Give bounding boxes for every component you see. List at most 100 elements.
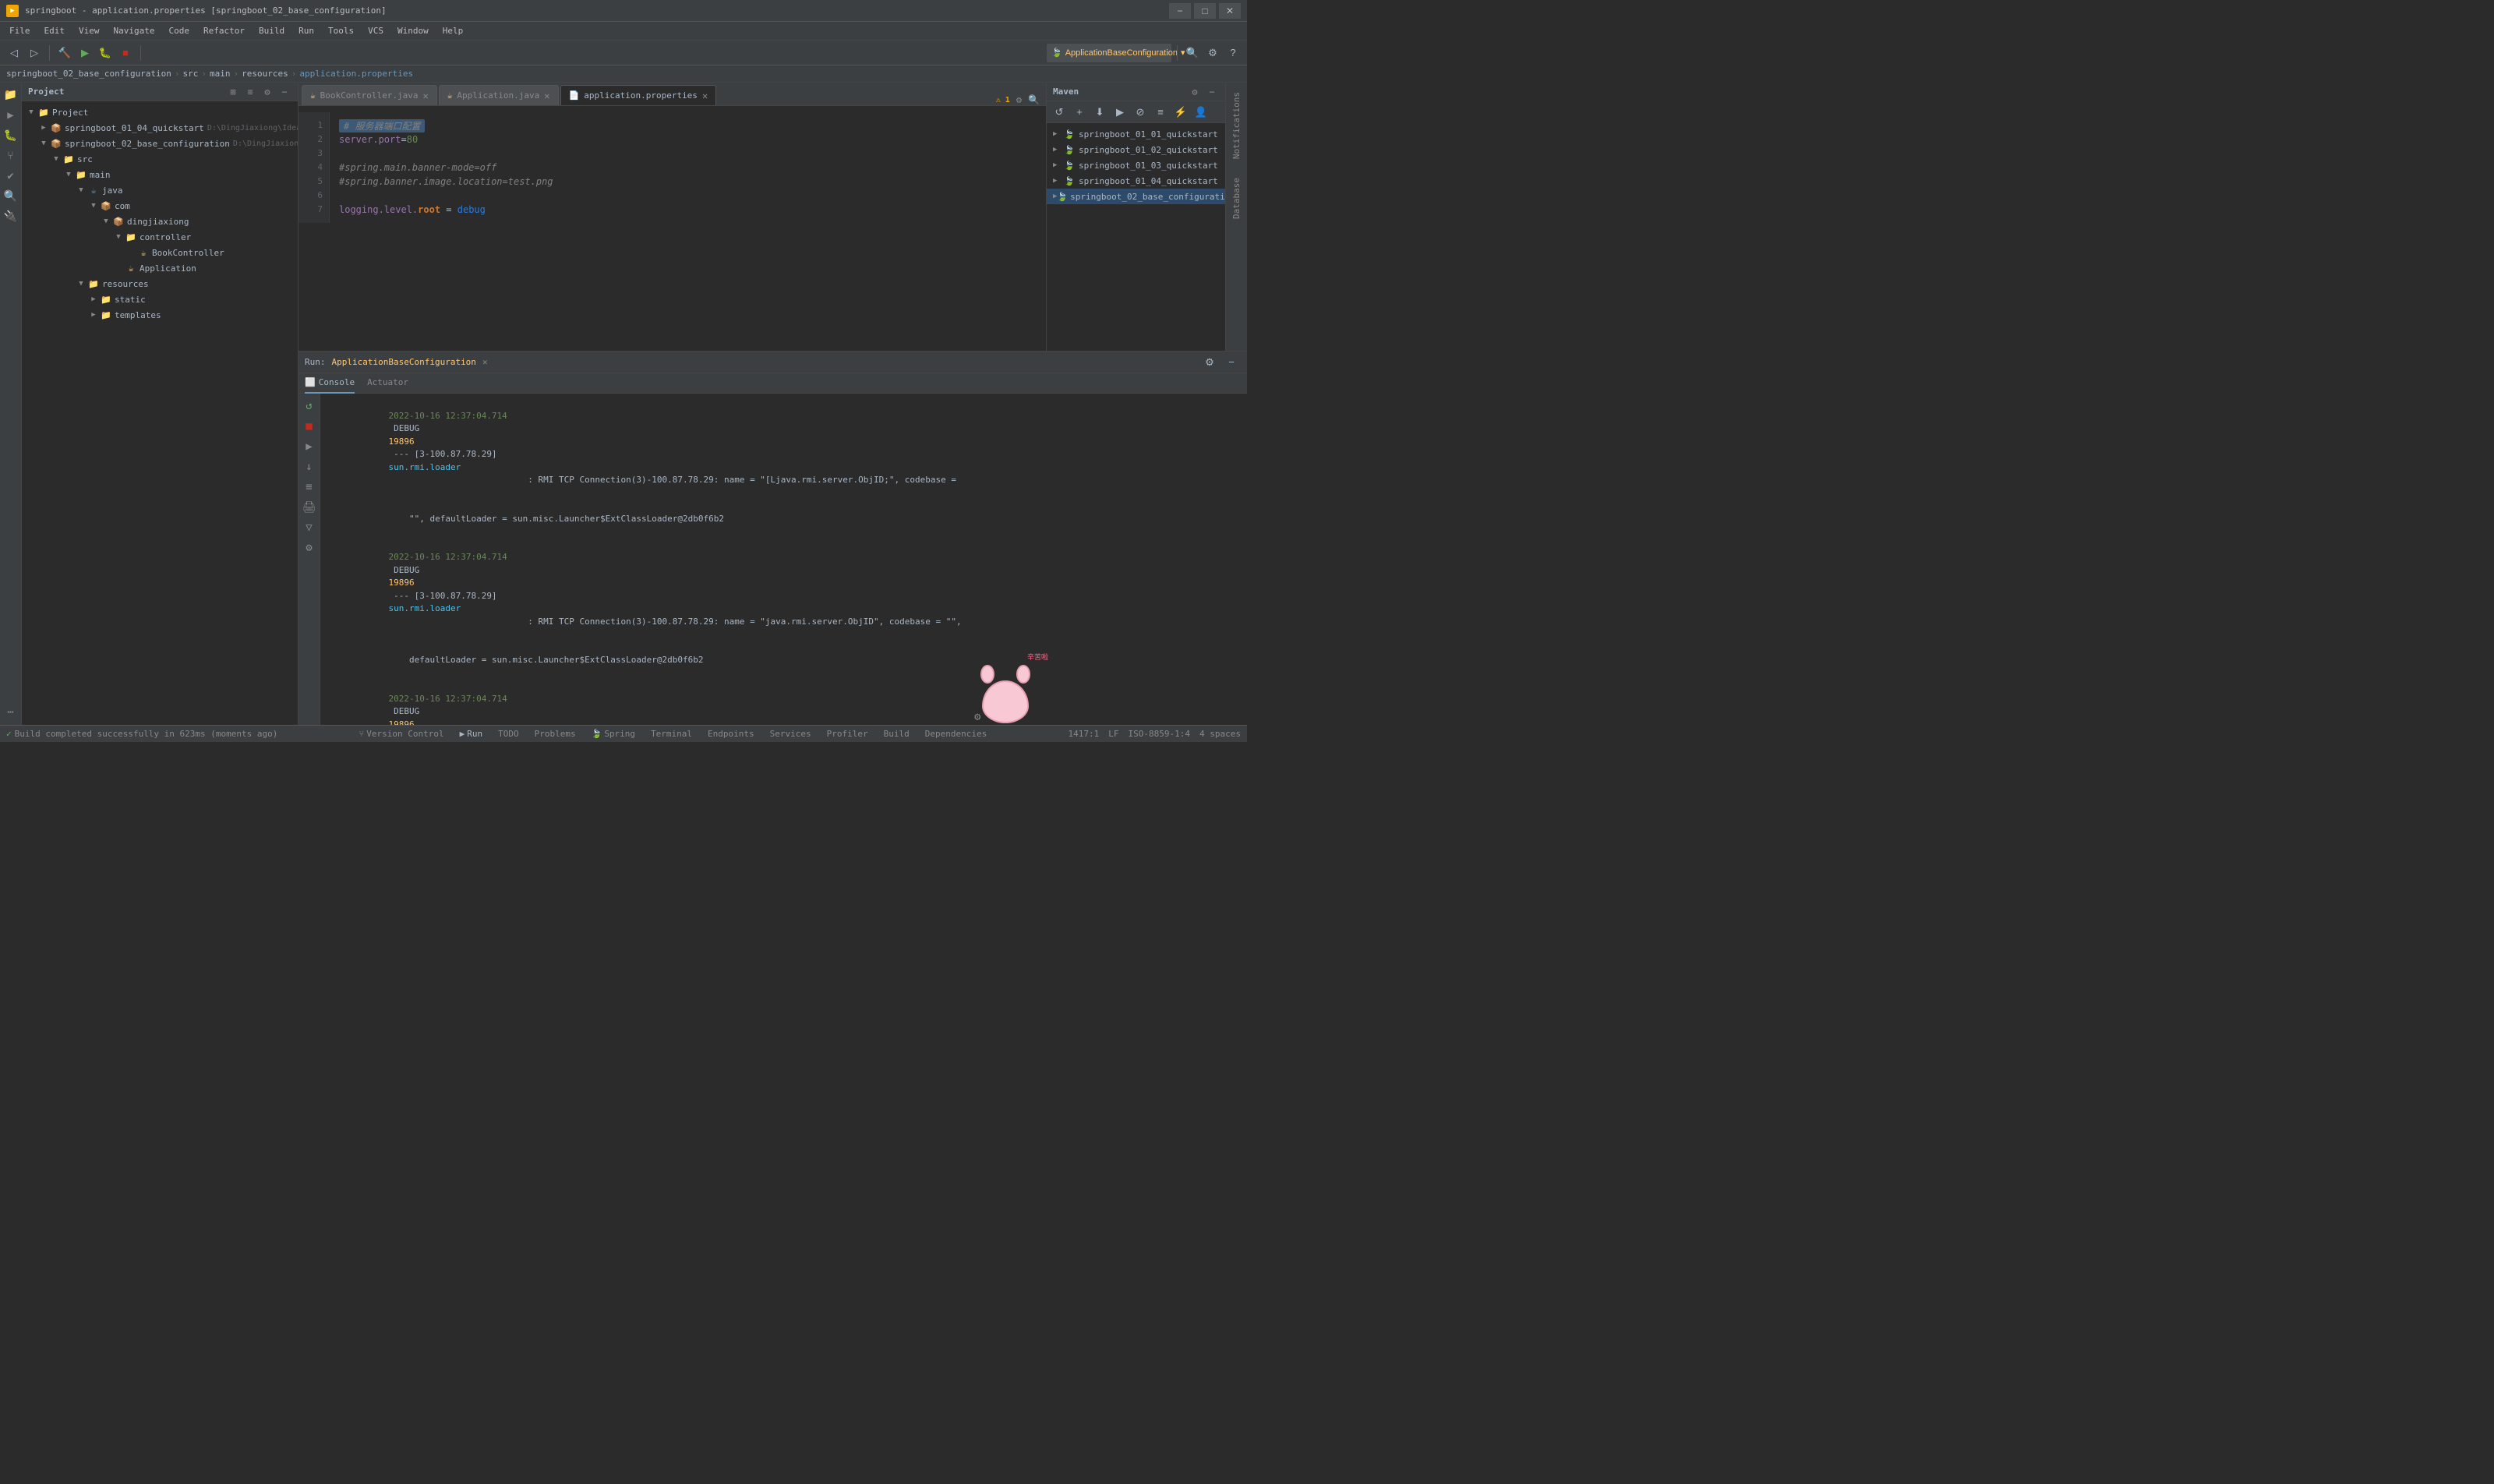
tree-item-bookcontroller[interactable]: ☕ BookController xyxy=(22,245,298,260)
tab-bookcontroller[interactable]: ☕ BookController.java ✕ xyxy=(302,85,437,105)
run-filter-btn[interactable]: ▽ xyxy=(300,518,319,537)
maven-item-01-02[interactable]: ▶ 🍃 springboot_01_02_quickstart xyxy=(1047,142,1225,157)
sidebar-icon-debug[interactable]: 🐛 xyxy=(2,126,20,145)
minimize-button[interactable]: − xyxy=(1169,3,1191,19)
maven-add-btn[interactable]: + xyxy=(1070,103,1089,122)
menu-item-window[interactable]: Window xyxy=(391,24,435,37)
run-fold-btn[interactable]: ≡ xyxy=(300,478,319,496)
project-minimize-icon[interactable]: − xyxy=(277,85,291,99)
stop-button[interactable]: ■ xyxy=(116,44,135,62)
maven-refresh-btn[interactable]: ↺ xyxy=(1050,103,1069,122)
status-tab-todo[interactable]: TODO xyxy=(495,729,522,739)
tab-properties[interactable]: 📄 application.properties ✕ xyxy=(560,85,717,105)
tab-close-properties[interactable]: ✕ xyxy=(702,90,708,101)
build-button[interactable]: 🔨 xyxy=(55,44,74,62)
run-close-btn[interactable]: ✕ xyxy=(482,357,488,367)
status-tab-terminal[interactable]: Terminal xyxy=(648,729,695,739)
breadcrumb-main[interactable]: main xyxy=(210,69,231,79)
maven-minimize-icon[interactable]: − xyxy=(1205,85,1219,99)
menu-item-code[interactable]: Code xyxy=(162,24,196,37)
maven-profile-btn[interactable]: 👤 xyxy=(1192,103,1210,122)
tree-item-project[interactable]: ▼ 📁 Project xyxy=(22,104,298,120)
tree-item-templates[interactable]: ▶ 📁 templates xyxy=(22,307,298,323)
menu-item-help[interactable]: Help xyxy=(436,24,470,37)
notif-database[interactable]: Database xyxy=(1228,168,1245,228)
sidebar-icon-run[interactable]: ▶ xyxy=(2,106,20,125)
menu-item-run[interactable]: Run xyxy=(292,24,320,37)
run-button[interactable]: ▶ xyxy=(76,44,94,62)
maven-skip-btn[interactable]: ⊘ xyxy=(1131,103,1150,122)
maven-item-01-01[interactable]: ▶ 🍃 springboot_01_01_quickstart xyxy=(1047,126,1225,142)
toolbar-back-button[interactable]: ◁ xyxy=(5,44,23,62)
tree-item-com[interactable]: ▼ 📦 com xyxy=(22,198,298,214)
run-resume-btn[interactable]: ▶ xyxy=(300,437,319,456)
status-tab-endpoints[interactable]: Endpoints xyxy=(705,729,758,739)
maven-download-btn[interactable]: ⬇ xyxy=(1090,103,1109,122)
maven-item-01-03[interactable]: ▶ 🍃 springboot_01_03_quickstart xyxy=(1047,157,1225,173)
debug-button[interactable]: 🐛 xyxy=(96,44,115,62)
sidebar-icon-git[interactable]: ⑂ xyxy=(2,147,20,165)
tree-item-src[interactable]: ▼ 📁 src xyxy=(22,151,298,167)
editor-content[interactable]: 1 2 3 4 5 6 7 # 服务器端口配置 xyxy=(299,106,1046,351)
run-config-dropdown[interactable]: 🍃 ApplicationBaseConfiguration ▾ xyxy=(1047,44,1171,62)
tab-close-bookcontroller[interactable]: ✕ xyxy=(422,90,428,101)
search-everywhere-button[interactable]: 🔍 xyxy=(1183,44,1202,62)
tree-item-dingjiaxiong[interactable]: ▼ 📦 dingjiaxiong xyxy=(22,214,298,229)
breadcrumb-resources[interactable]: resources xyxy=(242,69,288,79)
maven-settings-icon[interactable]: ⚙ xyxy=(1188,85,1202,99)
menu-item-vcs[interactable]: VCS xyxy=(362,24,390,37)
menu-item-build[interactable]: Build xyxy=(253,24,291,37)
sidebar-icon-project[interactable]: 📁 xyxy=(2,86,20,104)
menu-item-navigate[interactable]: Navigate xyxy=(108,24,161,37)
status-tab-run[interactable]: ▶ Run xyxy=(457,729,486,739)
status-tab-problems[interactable]: Problems xyxy=(532,729,579,739)
breadcrumb-file[interactable]: application.properties xyxy=(299,69,413,79)
run-scroll-btn[interactable]: ↓ xyxy=(300,458,319,476)
run-settings-btn[interactable]: ⚙ xyxy=(1200,353,1219,372)
status-tab-services[interactable]: Services xyxy=(767,729,814,739)
menu-item-file[interactable]: File xyxy=(3,24,37,37)
project-options-icon[interactable]: ≡ xyxy=(243,85,257,99)
sidebar-icon-more[interactable]: ⋯ xyxy=(2,703,20,722)
toolbar-forward-button[interactable]: ▷ xyxy=(25,44,44,62)
close-button[interactable]: ✕ xyxy=(1219,3,1241,19)
maven-run-btn[interactable]: ▶ xyxy=(1111,103,1129,122)
sidebar-icon-commit[interactable]: ✔ xyxy=(2,167,20,186)
menu-item-view[interactable]: View xyxy=(72,24,106,37)
project-scope-icon[interactable]: ⊞ xyxy=(226,85,240,99)
run-settings2-btn[interactable]: ⚙ xyxy=(300,539,319,557)
status-tab-build[interactable]: Build xyxy=(881,729,913,739)
editor-search-btn[interactable]: 🔍 xyxy=(1028,94,1040,105)
tree-item-main[interactable]: ▼ 📁 main xyxy=(22,167,298,182)
run-stop-btn[interactable]: ■ xyxy=(300,417,319,436)
notif-notifications[interactable]: Notifications xyxy=(1228,83,1245,168)
help-button[interactable]: ? xyxy=(1224,44,1242,62)
tree-item-controller[interactable]: ▼ 📁 controller xyxy=(22,229,298,245)
status-tab-spring[interactable]: 🍃 Spring xyxy=(588,729,638,739)
tree-item-resources[interactable]: ▼ 📁 resources xyxy=(22,276,298,292)
tree-item-application[interactable]: ☕ Application xyxy=(22,260,298,276)
tree-item-module-01[interactable]: ▶ 📦 springboot_01_04_quickstart D:\DingJ… xyxy=(22,120,298,136)
tree-item-module-02[interactable]: ▼ 📦 springboot_02_base_configuration D:\… xyxy=(22,136,298,151)
tree-item-java[interactable]: ▼ ☕ java xyxy=(22,182,298,198)
maximize-button[interactable]: □ xyxy=(1194,3,1216,19)
menu-item-refactor[interactable]: Refactor xyxy=(197,24,251,37)
maven-lifecycle-btn[interactable]: ≡ xyxy=(1151,103,1170,122)
project-settings-icon[interactable]: ⚙ xyxy=(260,85,274,99)
run-tab-console[interactable]: ⬜ Console xyxy=(305,373,355,394)
maven-generate-btn[interactable]: ⚡ xyxy=(1171,103,1190,122)
status-tab-profiler[interactable]: Profiler xyxy=(824,729,871,739)
sidebar-icon-plugins[interactable]: 🔌 xyxy=(2,207,20,226)
maven-item-02[interactable]: ▶ 🍃 springboot_02_base_configuration xyxy=(1047,189,1225,204)
settings-button[interactable]: ⚙ xyxy=(1203,44,1222,62)
tree-item-static[interactable]: ▶ 📁 static xyxy=(22,292,298,307)
menu-item-tools[interactable]: Tools xyxy=(322,24,360,37)
maven-item-01-04[interactable]: ▶ 🍃 springboot_01_04_quickstart xyxy=(1047,173,1225,189)
editor-settings-btn[interactable]: ⚙ xyxy=(1016,94,1022,105)
status-tab-vcs[interactable]: ⑂ Version Control xyxy=(356,729,447,739)
breadcrumb-root[interactable]: springboot_02_base_configuration xyxy=(6,69,171,79)
run-tab-actuator[interactable]: Actuator xyxy=(367,373,408,394)
breadcrumb-src[interactable]: src xyxy=(183,69,199,79)
run-print-btn[interactable]: 🖨 xyxy=(300,498,319,517)
status-tab-dependencies[interactable]: Dependencies xyxy=(922,729,990,739)
